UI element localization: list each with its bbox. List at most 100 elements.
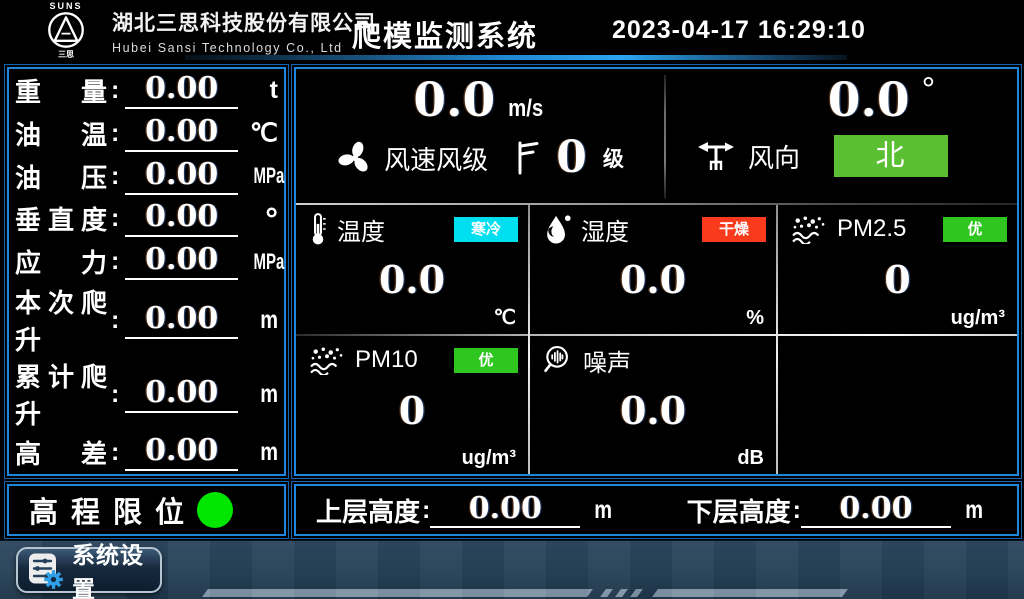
elevation-limit-indicator xyxy=(197,492,233,528)
wind-level-unit: 级 xyxy=(603,143,624,173)
sensor-grid: 温度 寒冷 0.0 ℃ 湿度 干燥 xyxy=(296,203,1017,474)
metric-unit: t xyxy=(242,76,278,105)
sensor-unit: ug/m³ xyxy=(951,307,1005,330)
environment-panel: 0.0 m/s 风速风级 xyxy=(291,64,1022,479)
header: SUNS 三思 湖北三思科技股份有限公司 Hubei Sansi Technol… xyxy=(0,0,1024,60)
metric-row-current-climb: 本次爬升: 0.00 m xyxy=(15,283,278,357)
metric-unit: m xyxy=(249,380,278,409)
metrics-panel: 重量: 0.00 t 油温: 0.00 ℃ 油压: 0.00 MPa 垂直度: … xyxy=(4,64,289,479)
sensor-value: 0.0 xyxy=(530,257,776,302)
wind-vane-icon xyxy=(694,138,738,174)
header-divider xyxy=(185,55,847,60)
sensor-label: 湿度 xyxy=(581,212,629,247)
metric-value: 0.00 xyxy=(125,434,238,471)
taskbar-stripe xyxy=(652,589,848,597)
wind-speed-label: 风速风级 xyxy=(384,140,488,177)
settings-button-label: 系统设置 xyxy=(72,536,160,599)
sensor-value: 0 xyxy=(296,388,528,433)
sensor-unit: ug/m³ xyxy=(462,447,516,470)
metric-row-verticality: 垂直度: 0.00 ° xyxy=(15,197,278,240)
taskbar-stripe-slash xyxy=(615,589,628,597)
wind-direction-cell: 0.0 ° 风向 北 xyxy=(666,69,1017,203)
sensor-label: 噪声 xyxy=(583,343,631,378)
lower-height-label: 下层高度 xyxy=(687,492,791,529)
metric-unit: m xyxy=(249,438,278,467)
metric-value: 0.00 xyxy=(125,72,238,109)
metric-row-height-diff: 高差: 0.00 m xyxy=(15,431,278,474)
wind-speed-cell: 0.0 m/s 风速风级 xyxy=(296,69,664,203)
metric-value: 0.00 xyxy=(125,302,238,339)
taskbar-stripe xyxy=(202,589,593,597)
monitor-screen: SUNS 三思 湖北三思科技股份有限公司 Hubei Sansi Technol… xyxy=(0,0,1024,599)
taskbar-stripe-slash xyxy=(600,589,613,597)
droplet-icon xyxy=(542,212,572,246)
noise-meter-icon xyxy=(542,344,574,376)
logo-suns-text: SUNS xyxy=(24,1,108,11)
metric-unit: MPa xyxy=(254,163,278,189)
lower-height-group: 下层高度 : 0.00 m xyxy=(687,492,986,529)
wind-direction-badge: 北 xyxy=(834,135,948,177)
wind-speed-unit: m/s xyxy=(508,95,543,123)
lower-height-unit: m xyxy=(965,496,983,525)
metric-value: 0.00 xyxy=(125,200,238,237)
company-name: 湖北三思科技股份有限公司 Hubei Sansi Technology Co.,… xyxy=(112,7,376,55)
sensor-value: 0 xyxy=(778,257,1017,302)
taskbar-stripe-slash xyxy=(630,589,643,597)
humidity-status-badge: 干燥 xyxy=(702,217,766,242)
particles-icon xyxy=(790,214,828,244)
thermometer-icon xyxy=(308,212,328,246)
wind-level-value: 0 xyxy=(556,135,587,181)
pm10-cell: PM10 优 0 ug/m³ xyxy=(296,336,528,474)
page-title: 爬模监测系统 xyxy=(352,13,538,55)
metric-value: 0.00 xyxy=(125,158,238,195)
elevation-limit-panel: 高程限位 xyxy=(4,481,289,539)
metric-row-oil-temp: 油温: 0.00 ℃ xyxy=(15,112,278,155)
pm10-status-badge: 优 xyxy=(454,348,518,373)
metric-row-weight: 重量: 0.00 t xyxy=(15,69,278,112)
metric-unit: m xyxy=(249,306,278,335)
metric-label: 垂直度 xyxy=(15,200,107,237)
upper-height-unit: m xyxy=(595,496,613,525)
sensor-unit: dB xyxy=(737,447,764,470)
temperature-status-badge: 寒冷 xyxy=(454,217,518,242)
humidity-cell: 湿度 干燥 0.0 % xyxy=(530,205,776,334)
wind-speed-value: 0.0 xyxy=(413,75,495,127)
upper-height-group: 上层高度 : 0.00 m xyxy=(316,492,615,529)
metric-unit: ° xyxy=(242,209,278,229)
company-name-en: Hubei Sansi Technology Co., Ltd xyxy=(112,41,376,55)
sensor-label: 温度 xyxy=(337,212,385,247)
sensor-value: 0.0 xyxy=(296,257,528,302)
wind-direction-unit: ° xyxy=(922,75,936,105)
wind-section: 0.0 m/s 风速风级 xyxy=(296,69,1017,203)
system-settings-button[interactable]: 系统设置 xyxy=(16,547,162,593)
wind-direction-value: 0.0 xyxy=(828,75,910,127)
fan-icon xyxy=(336,139,374,177)
metric-label: 油压 xyxy=(15,158,107,195)
logo-sansi-text: 三思 xyxy=(24,49,108,60)
datetime-display: 2023-04-17 16:29:10 xyxy=(612,16,866,45)
noise-cell: 噪声 0.0 dB xyxy=(530,336,776,474)
metric-row-oil-pressure: 油压: 0.00 MPa xyxy=(15,155,278,198)
metric-value: 0.00 xyxy=(125,115,238,152)
sensor-unit: % xyxy=(746,307,764,330)
empty-cell xyxy=(778,336,1017,474)
sensor-unit: ℃ xyxy=(494,305,516,330)
metric-label: 重量 xyxy=(15,72,107,109)
upper-height-label: 上层高度 xyxy=(316,492,420,529)
company-name-cn: 湖北三思科技股份有限公司 xyxy=(112,7,376,37)
metric-row-stress: 应力: 0.00 MPa xyxy=(15,240,278,283)
metric-unit: MPa xyxy=(254,249,278,275)
particles-icon xyxy=(308,345,346,375)
metric-value: 0.00 xyxy=(125,243,238,280)
elevation-limit-label: 高程限位 xyxy=(29,489,197,531)
pm25-status-badge: 优 xyxy=(943,217,1007,242)
pm25-cell: PM2.5 优 0 ug/m³ xyxy=(778,205,1017,334)
sansi-logo-icon xyxy=(45,11,87,49)
metric-label: 高差 xyxy=(15,434,107,471)
upper-height-value: 0.00 xyxy=(430,492,580,528)
settings-sliders-gear-icon xyxy=(26,551,64,589)
sensor-label: PM2.5 xyxy=(837,215,906,243)
wind-level-flag-icon xyxy=(514,140,540,176)
layer-heights-panel: 上层高度 : 0.00 m 下层高度 : 0.00 m xyxy=(291,481,1022,539)
metric-row-total-climb: 累计爬升: 0.00 m xyxy=(15,357,278,431)
